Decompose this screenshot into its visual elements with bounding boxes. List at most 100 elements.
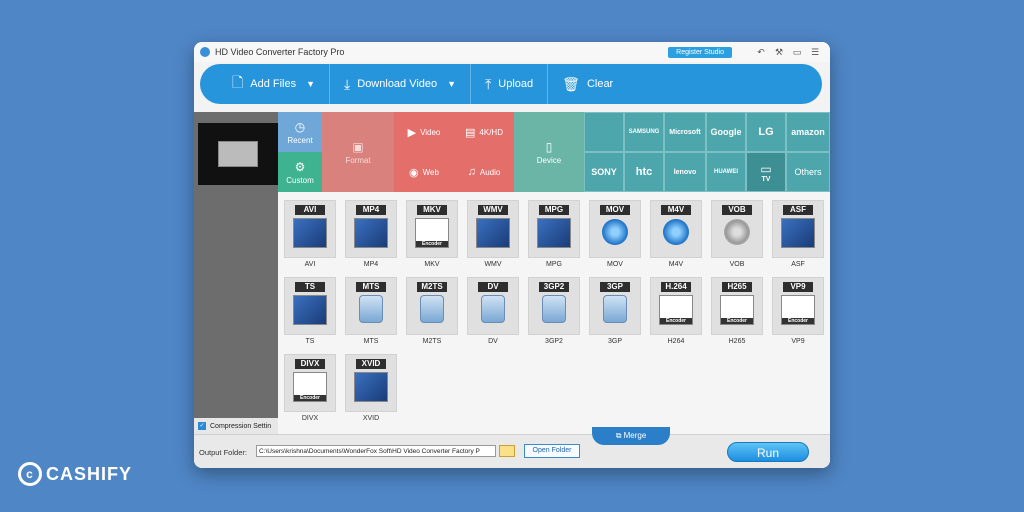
format-qt-icon (663, 219, 689, 245)
add-files-label: Add Files (250, 78, 297, 90)
upload-button[interactable]: ⤒ Upload (471, 64, 549, 104)
cashify-text: CASHIFY (46, 463, 133, 484)
brand-tv-label: TV (761, 175, 771, 183)
category-recent-label: Recent (287, 135, 313, 145)
format-name: MKV (424, 261, 440, 268)
brand-tv[interactable]: ▭ TV (746, 152, 786, 192)
tools-icon[interactable]: ⚒ (770, 47, 788, 58)
category-video[interactable]: ▶ Video (394, 112, 454, 152)
format-card-xvid[interactable]: XVID (345, 354, 397, 412)
format-qt-icon (602, 219, 628, 245)
brand-lg[interactable]: LG (746, 112, 786, 152)
format-tag: MP4 (356, 205, 386, 215)
gear-icon: ⚙ (294, 159, 306, 174)
format-card-h265[interactable]: H265 Encoder (711, 277, 763, 335)
brand-lenovo[interactable]: lenovo (664, 152, 706, 192)
merge-label: Merge (623, 431, 647, 440)
format-name: TS (305, 338, 315, 345)
app-window: HD Video Converter Factory Pro Register … (194, 42, 830, 468)
format-tag: TS (295, 282, 325, 292)
format-card-avi[interactable]: AVI (284, 200, 336, 258)
brand-sony[interactable]: SONY (584, 152, 624, 192)
format-enc-icon: Encoder (293, 372, 327, 402)
format-tag: MTS (356, 282, 386, 292)
format-tag: 3GP2 (539, 282, 569, 292)
app-logo-icon (200, 47, 210, 57)
format-card-h264[interactable]: H.264 Encoder (650, 277, 702, 335)
download-icon: ⤓ (344, 75, 351, 92)
compression-label: Compression Settin (210, 422, 272, 430)
brand-samsung[interactable]: SAMSUNG (624, 112, 664, 152)
format-categories: ◷ Recent ⚙ Custom ▣ Format ▶ Video ▤ 4K/… (278, 112, 830, 192)
brand-amazon[interactable]: amazon (786, 112, 830, 152)
format-pic-icon (354, 372, 388, 402)
format-enc-icon: Encoder (781, 295, 815, 325)
folder-browse-icon[interactable] (499, 445, 515, 457)
format-name: H264 (667, 338, 685, 345)
globe-icon: ◉ (409, 166, 419, 179)
undo-icon[interactable]: ↶ (752, 47, 770, 58)
merge-button[interactable]: ⧉ Merge (592, 427, 670, 445)
format-card-divx[interactable]: DIVX Encoder (284, 354, 336, 412)
format-card-asf[interactable]: ASF (772, 200, 824, 258)
chat-icon[interactable]: ▭ (788, 47, 806, 58)
format-name: M2TS (422, 338, 442, 345)
format-name: VOB (729, 261, 745, 268)
format-name: ASF (791, 261, 805, 268)
format-card-mov[interactable]: MOV (589, 200, 641, 258)
checkbox-icon[interactable]: ✓ (198, 422, 206, 430)
brand-google[interactable]: Google (706, 112, 746, 152)
format-card-mpg[interactable]: MPG (528, 200, 580, 258)
compression-settings[interactable]: ✓ Compression Settin (194, 418, 278, 434)
cashify-logo-icon: c (18, 462, 42, 486)
format-pic-icon (781, 218, 815, 248)
brand-microsoft[interactable]: Microsoft (664, 112, 706, 152)
output-folder-input[interactable]: C:\Users\krishna\Documents\WonderFox Sof… (256, 445, 496, 457)
format-card-mkv[interactable]: MKV Encoder (406, 200, 458, 258)
format-card-3gp2[interactable]: 3GP2 (528, 277, 580, 335)
brand-huawei[interactable]: HUAWEI (706, 152, 746, 192)
category-custom[interactable]: ⚙ Custom (278, 152, 322, 192)
category-4k-hd[interactable]: ▤ 4K/HD (454, 112, 514, 152)
format-card-mp4[interactable]: MP4 (345, 200, 397, 258)
format-card-wmv[interactable]: WMV (467, 200, 519, 258)
menu-icon[interactable]: ☰ (806, 47, 824, 58)
category-web[interactable]: ◉ Web (394, 152, 454, 192)
format-card-mts[interactable]: MTS (345, 277, 397, 335)
format-card-m2ts[interactable]: M2TS (406, 277, 458, 335)
format-card-dv[interactable]: DV (467, 277, 519, 335)
encoder-label: Encoder (782, 318, 814, 324)
category-audio-label: Audio (479, 167, 501, 177)
format-card-ts[interactable]: TS (284, 277, 336, 335)
encoder-label: Encoder (721, 318, 753, 324)
category-video-label: Video (420, 127, 441, 137)
format-disc-icon (724, 219, 750, 245)
format-tag: MOV (600, 205, 630, 215)
register-button[interactable]: Register Studio (668, 46, 732, 58)
add-files-button[interactable]: 🗋 Add Files ▼ (218, 64, 331, 104)
chevron-down-icon[interactable]: ▼ (306, 79, 315, 89)
clear-button[interactable]: 🗑 Clear (548, 64, 627, 104)
format-name: H265 (728, 338, 746, 345)
main-toolbar: 🗋 Add Files ▼ ⤓ Download Video ▼ ⤒ Uploa… (200, 64, 822, 104)
download-video-button[interactable]: ⤓ Download Video ▼ (330, 64, 472, 104)
category-audio[interactable]: ♫ Audio (454, 152, 514, 192)
video-thumbnail[interactable] (198, 123, 278, 185)
open-folder-button[interactable]: Open Folder (524, 444, 580, 458)
format-pic-icon (537, 218, 571, 248)
category-format[interactable]: ▣ Format (322, 112, 394, 192)
format-card-m4v[interactable]: M4V (650, 200, 702, 258)
format-card-vob[interactable]: VOB (711, 200, 763, 258)
brand-others[interactable]: Others (786, 152, 830, 192)
format-tag: WMV (478, 205, 508, 215)
play-icon: ▶ (407, 126, 417, 139)
brand-apple[interactable] (584, 112, 624, 152)
tv-icon: ▭ (760, 161, 772, 176)
run-button[interactable]: Run (727, 442, 809, 462)
format-card-3gp[interactable]: 3GP (589, 277, 641, 335)
category-recent[interactable]: ◷ Recent (278, 112, 322, 152)
brand-htc[interactable]: htc (624, 152, 664, 192)
chevron-down-icon[interactable]: ▼ (447, 79, 456, 89)
category-device[interactable]: ▯ Device (514, 112, 584, 192)
format-card-vp9[interactable]: VP9 Encoder (772, 277, 824, 335)
